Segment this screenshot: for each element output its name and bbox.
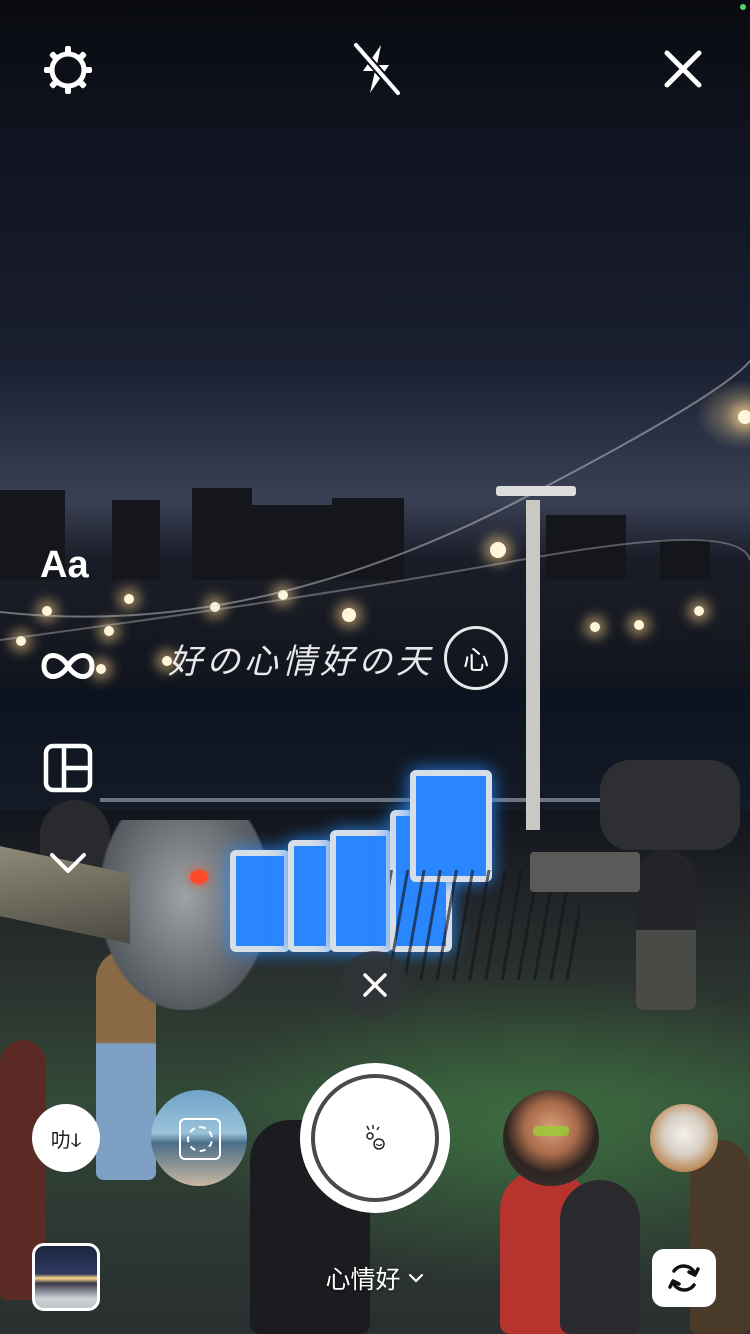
filter-name-label: 心情好 — [325, 1265, 401, 1294]
close-icon — [664, 50, 702, 88]
handwriting-text: 好の心情好の天 — [168, 641, 434, 682]
filter-item-portrait[interactable] — [503, 1090, 599, 1186]
sign-letter — [288, 840, 332, 952]
bystander — [636, 850, 696, 1010]
dragon-eye — [190, 870, 208, 884]
more-tools-button[interactable] — [46, 846, 90, 880]
infinity-icon — [41, 653, 95, 679]
switch-camera-button[interactable] — [652, 1249, 716, 1307]
lamp-post-head — [496, 486, 576, 496]
close-button[interactable] — [656, 42, 710, 96]
capture-ring — [311, 1074, 439, 1202]
smiley-doodle-text: 心 — [462, 645, 489, 676]
filter-handwriting-overlay: 好の心情好の天 心 — [168, 626, 598, 690]
camera-switch-icon — [668, 1264, 700, 1292]
flash-toggle-button[interactable] — [346, 38, 406, 100]
sign-letter — [410, 770, 492, 882]
gallery-button[interactable] — [32, 1243, 100, 1311]
sign-letter — [230, 850, 290, 952]
filter-name-selector[interactable]: 心情好 — [300, 1258, 450, 1298]
crowd — [600, 760, 740, 850]
smiley-doodle: 心 — [444, 626, 508, 690]
settings-button[interactable] — [38, 40, 98, 100]
filter-item-scenic[interactable] — [151, 1090, 247, 1186]
chevron-down-icon — [408, 1273, 423, 1283]
recording-indicator-dot — [740, 4, 746, 10]
bystander — [560, 1180, 640, 1334]
gallery-thumbnail-icon — [35, 1246, 97, 1308]
portrait-sticker — [533, 1126, 569, 1136]
picnic-table — [530, 852, 640, 892]
filter-item-text-label: 叻ↆ — [50, 1127, 82, 1152]
filter-frame-icon — [179, 1118, 221, 1160]
flash-off-icon — [352, 41, 402, 97]
boomerang-button[interactable] — [40, 646, 96, 686]
sign-letter — [330, 830, 392, 952]
text-mode-button[interactable]: Aa — [40, 544, 89, 587]
capture-button[interactable] — [300, 1063, 450, 1213]
close-icon — [362, 972, 387, 997]
doodle-face-icon — [366, 1125, 385, 1150]
layout-grid-icon — [43, 743, 93, 793]
clear-filter-button[interactable] — [341, 951, 408, 1018]
layout-button[interactable] — [40, 740, 96, 796]
filter-item-text[interactable]: 叻ↆ — [32, 1104, 100, 1172]
gear-icon — [44, 46, 92, 94]
chevron-down-icon — [50, 853, 86, 873]
filter-item-cat[interactable] — [650, 1104, 718, 1172]
